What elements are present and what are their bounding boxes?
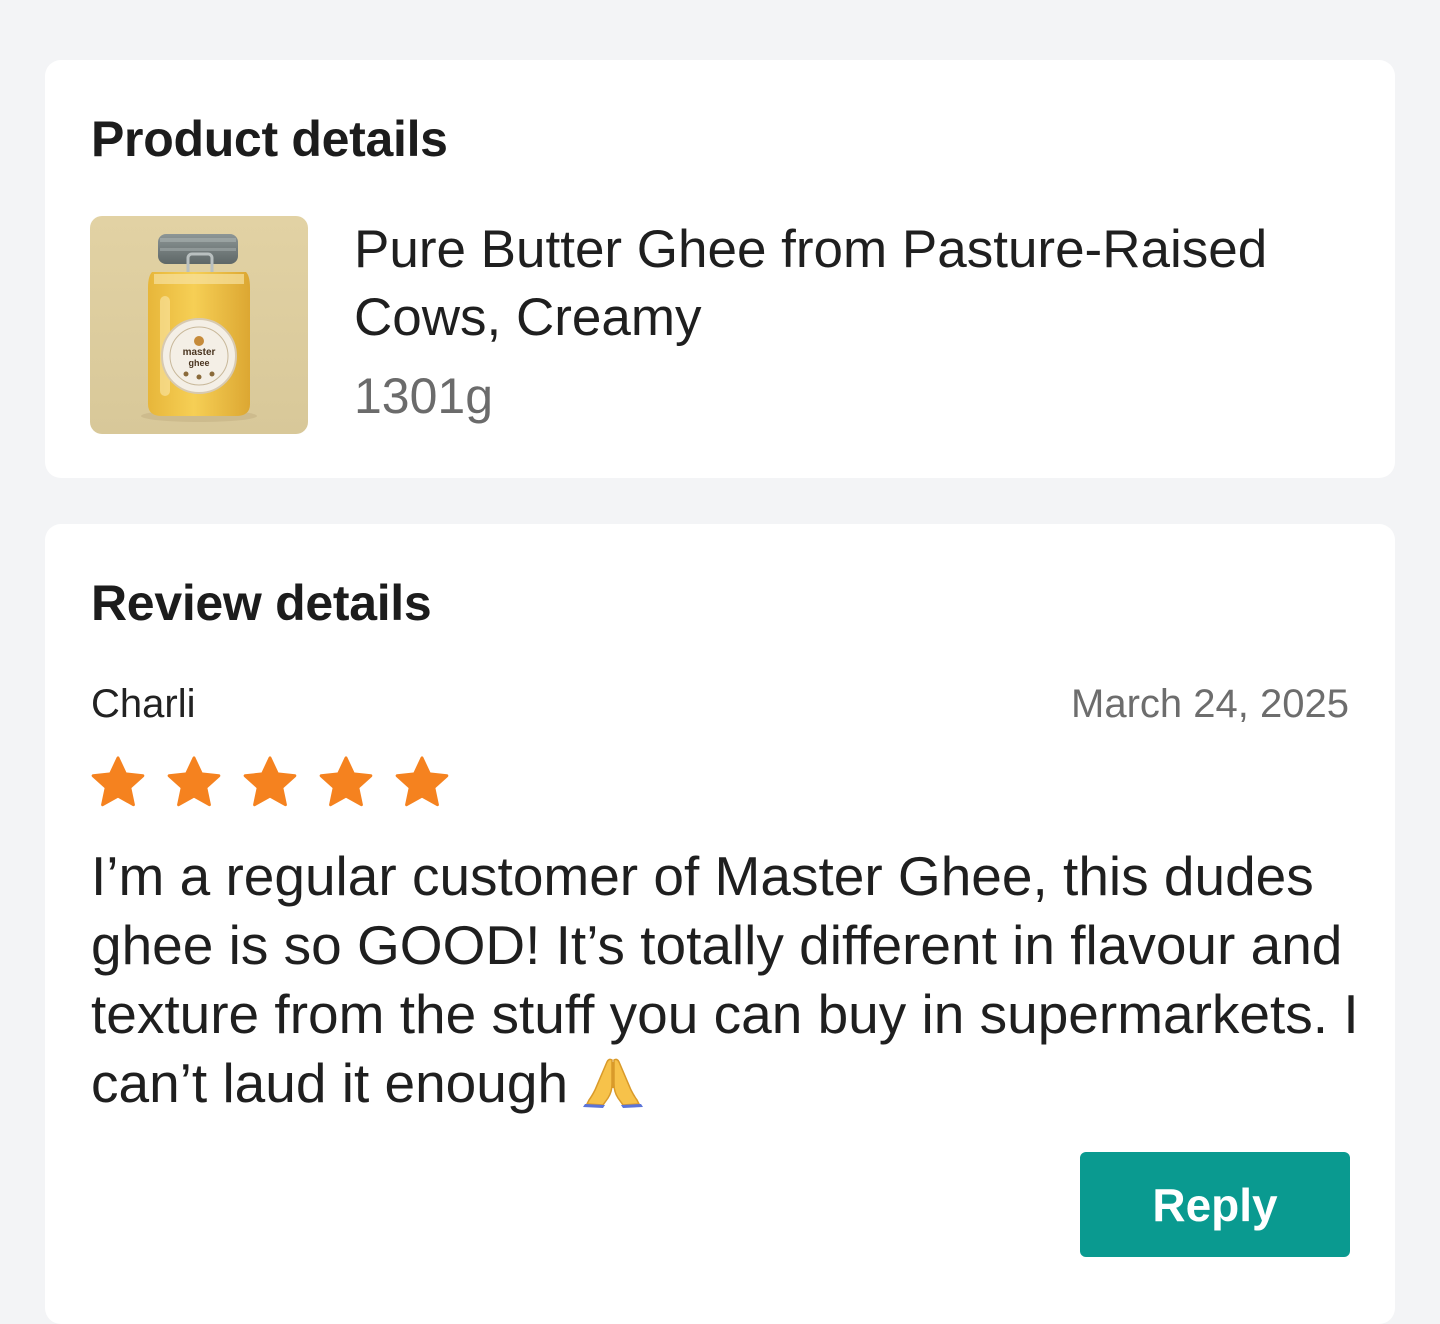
svg-text:master: master — [183, 347, 216, 358]
review-text: I’m a regular customer of Master Ghee, t… — [91, 842, 1371, 1118]
svg-text:ghee: ghee — [188, 358, 209, 368]
reply-button[interactable]: Reply — [1080, 1152, 1350, 1257]
review-details-card: Review details Charli March 24, 2025 I’m… — [45, 524, 1395, 1324]
review-details-title: Review details — [91, 575, 432, 631]
star-icon — [395, 756, 449, 807]
folded-hands-emoji — [583, 1058, 644, 1108]
star-rating — [89, 754, 451, 812]
ghee-jar-image: master ghee — [141, 234, 257, 422]
review-body: I’m a regular customer of Master Ghee, t… — [91, 845, 1359, 1114]
reviewer-name: Charli — [91, 682, 196, 726]
star-icon — [167, 756, 221, 807]
product-name[interactable]: Pure Butter Ghee from Pasture-Raised Cow… — [354, 216, 1364, 352]
product-details-card: Product details master ghee Pure Butter … — [45, 60, 1395, 478]
review-date: March 24, 2025 — [1071, 682, 1349, 726]
product-weight: 1301g — [354, 368, 494, 424]
star-icon — [243, 756, 297, 807]
product-image[interactable]: master ghee — [90, 216, 308, 434]
star-icon — [319, 756, 373, 807]
product-details-title: Product details — [91, 111, 448, 167]
star-icon — [91, 756, 145, 807]
